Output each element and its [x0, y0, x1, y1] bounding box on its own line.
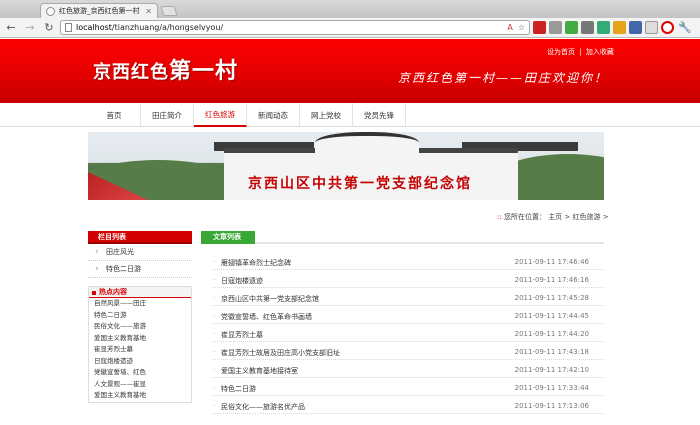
breadcrumb-tail: > [602, 213, 609, 221]
list-item: 日寇炮楼遗迹 2011-09-11 17:46:16 [213, 272, 604, 288]
article-list-title: 文章列表 [201, 231, 255, 244]
extension-icon-5[interactable] [597, 21, 610, 34]
wrench-icon[interactable]: 🔧 [677, 20, 693, 36]
nav-item-home[interactable]: 首页 [88, 103, 141, 127]
article-date: 2011-09-11 17:13:06 [514, 402, 589, 410]
list-item: 民俗文化——旅游名优产品 2011-09-11 17:13:06 [213, 398, 604, 414]
hot-item[interactable]: 爱国主义教育基地 [89, 333, 191, 345]
page-favicon-icon [46, 6, 55, 16]
article-date: 2011-09-11 17:33:44 [514, 384, 589, 392]
page-info-icon[interactable] [65, 23, 72, 32]
article-title[interactable]: 民俗文化——旅游名优产品 [213, 402, 305, 412]
site-slogan: 京西红色第一村——田庄欢迎你！ [398, 71, 609, 85]
article-title[interactable]: 京西山区中共第一党支部纪念馆 [213, 294, 319, 304]
nav-item-red-tourism[interactable]: 红色旅游 [194, 103, 247, 127]
hot-item[interactable]: 日寇炮楼遗迹 [89, 356, 191, 368]
forward-arrow-icon[interactable]: → [22, 20, 38, 36]
browser-toolbar: ← → ↻ localhost/tianzhuang/a/hongselvyou… [0, 18, 700, 38]
nav-item-party-members[interactable]: 党员先锋 [353, 103, 406, 127]
list-item: 党徽宣誓墙、红色革命书画墙 2011-09-11 17:44:45 [213, 308, 604, 324]
sidebar-item-two-day-tour[interactable]: 特色二日游 [88, 261, 192, 278]
sidebar-title: 栏目列表 [88, 231, 192, 244]
article-date: 2011-09-11 17:46:16 [514, 276, 589, 284]
tab-title: 红色旅游_京西红色第一村 [59, 7, 140, 15]
hot-item[interactable]: 党徽宣誓墙、红色 [89, 367, 191, 379]
breadcrumb: :: 您所在位置： 主页 > 红色旅游 > [497, 212, 609, 222]
extension-icon-1[interactable] [533, 21, 546, 34]
article-title[interactable]: 特色二日游 [213, 384, 256, 394]
list-item: 雁翅镇革命烈士纪念碑 2011-09-11 17:46:46 [213, 254, 604, 270]
list-item: 崔显芳烈士故居及田庄高小党支部旧址 2011-09-11 17:43:18 [213, 344, 604, 360]
site-logo[interactable]: 京西红色第一村 [93, 53, 238, 85]
memorial-inscription: 京西山区中共第一党支部纪念馆 [248, 176, 472, 192]
hot-item[interactable]: 崔显芳烈士墓 [89, 344, 191, 356]
nav-item-party-school[interactable]: 网上党校 [300, 103, 353, 127]
tab-strip: 红色旅游_京西红色第一村 ✕ [0, 0, 700, 18]
article-title[interactable]: 日寇炮楼遗迹 [213, 276, 263, 286]
article-title[interactable]: 崔显芳烈士故居及田庄高小党支部旧址 [213, 348, 340, 358]
nav-item-news[interactable]: 新闻动态 [247, 103, 300, 127]
list-item: 崔显芳烈士墓 2011-09-11 17:44:20 [213, 326, 604, 342]
nav-item-intro[interactable]: 田庄简介 [141, 103, 194, 127]
list-item: 特色二日游 2011-09-11 17:33:44 [213, 380, 604, 396]
site-banner: 京西红色第一村 京西红色第一村——田庄欢迎你！ 设为首页 | 加入收藏 [0, 39, 700, 103]
new-tab-button[interactable] [160, 6, 178, 16]
hot-item[interactable]: 人文景观——崔显 [89, 379, 191, 391]
article-date: 2011-09-11 17:43:18 [514, 348, 589, 356]
article-title[interactable]: 爱国主义教育基地接待室 [213, 366, 298, 376]
hot-content-box: 热点内容 自然风景——田庄 特色二日游 民俗文化——旅游 爱国主义教育基地 崔显… [88, 286, 192, 403]
article-date: 2011-09-11 17:42:10 [514, 366, 589, 374]
opera-icon[interactable] [661, 21, 674, 34]
hot-item[interactable]: 特色二日游 [89, 310, 191, 322]
extension-icon-8[interactable] [645, 21, 658, 34]
hot-item[interactable]: 自然风景——田庄 [89, 298, 191, 310]
hot-item[interactable]: 民俗文化——旅游 [89, 321, 191, 333]
article-date: 2011-09-11 17:44:20 [514, 330, 589, 338]
sidebar: 栏目列表 田庄风光 特色二日游 热点内容 自然风景——田庄 特色二日游 民俗文化… [88, 231, 192, 403]
article-title[interactable]: 雁翅镇革命烈士纪念碑 [213, 258, 291, 268]
translate-icon[interactable]: A [507, 23, 512, 32]
breadcrumb-sep: > [564, 213, 571, 221]
close-tab-icon[interactable]: ✕ [145, 7, 152, 16]
article-date: 2011-09-11 17:44:45 [514, 312, 589, 320]
breadcrumb-prefix: 您所在位置： [503, 213, 546, 221]
article-list: 文章列表 雁翅镇革命烈士纪念碑 2011-09-11 17:46:46 日寇炮楼… [201, 231, 604, 414]
hot-content-title: 热点内容 [89, 287, 191, 298]
add-favorite-link[interactable]: 加入收藏 [586, 48, 614, 56]
sidebar-item-scenery[interactable]: 田庄风光 [88, 244, 192, 261]
article-title[interactable]: 党徽宣誓墙、红色革命书画墙 [213, 312, 312, 322]
extension-icon-7[interactable] [629, 21, 642, 34]
extension-icon-2[interactable] [549, 21, 562, 34]
article-title[interactable]: 崔显芳烈士墓 [213, 330, 263, 340]
extension-icon-4[interactable] [581, 21, 594, 34]
breadcrumb-home[interactable]: 主页 [548, 213, 562, 221]
main-nav: 首页 田庄简介 红色旅游 新闻动态 网上党校 党员先锋 [0, 103, 700, 127]
top-links-separator: | [579, 48, 582, 56]
breadcrumb-current[interactable]: 红色旅游 [573, 213, 601, 221]
browser-tab[interactable]: 红色旅游_京西红色第一村 ✕ [40, 3, 158, 18]
list-item: 京西山区中共第一党支部纪念馆 2011-09-11 17:45:28 [213, 290, 604, 306]
set-homepage-link[interactable]: 设为首页 [547, 48, 575, 56]
breadcrumb-bullet-icon: :: [497, 213, 502, 221]
article-date: 2011-09-11 17:45:28 [514, 294, 589, 302]
reload-icon[interactable]: ↻ [41, 20, 57, 36]
hero-image: 京西山区中共第一党支部纪念馆 [88, 132, 604, 200]
article-date: 2011-09-11 17:46:46 [514, 258, 589, 266]
bookmark-star-icon[interactable]: ☆ [518, 23, 525, 32]
browser-window: 红色旅游_京西红色第一村 ✕ ← → ↻ localhost/tianzhuan… [0, 0, 700, 425]
address-bar[interactable]: localhost/tianzhuang/a/hongselvyou/ A ☆ [60, 20, 530, 35]
hot-item[interactable]: 爱国主义教育基地 [89, 390, 191, 402]
memorial-gable [315, 132, 419, 156]
web-page: 京西红色第一村 京西红色第一村——田庄欢迎你！ 设为首页 | 加入收藏 首页 田… [0, 39, 700, 425]
article-list-header: 文章列表 [201, 231, 604, 244]
extension-icon-6[interactable] [613, 21, 626, 34]
back-arrow-icon[interactable]: ← [3, 20, 19, 36]
list-item: 爱国主义教育基地接待室 2011-09-11 17:42:10 [213, 362, 604, 378]
extension-icon-3[interactable] [565, 21, 578, 34]
top-links: 设为首页 | 加入收藏 [547, 47, 616, 57]
address-url[interactable]: localhost/tianzhuang/a/hongselvyou/ [76, 23, 503, 32]
